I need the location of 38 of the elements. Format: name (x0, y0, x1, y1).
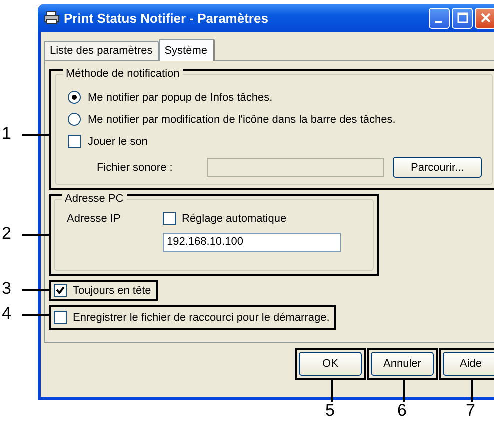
tab[interactable]: Système (158, 39, 215, 61)
close-icon (480, 12, 492, 24)
callout-number: 4 (2, 305, 12, 323)
browse-button[interactable]: Parcourir... (393, 157, 482, 178)
maximize-button[interactable] (452, 8, 473, 28)
checkbox[interactable] (163, 212, 176, 225)
window-title: Print Status Notifier - Paramètres (64, 10, 270, 26)
callout-number: 7 (466, 402, 476, 420)
checkbox-label: Toujours en tête (73, 284, 152, 296)
callout-number: 5 (326, 402, 335, 420)
callout-number: 6 (398, 402, 407, 420)
tab[interactable]: Liste des paramètres (44, 41, 159, 60)
ip-address-field[interactable]: 192.168.10.100 (163, 233, 341, 252)
radio-button[interactable] (68, 113, 81, 126)
checkbox[interactable] (54, 284, 67, 297)
group-title: Adresse PC (62, 193, 127, 205)
checkbox-label: Réglage automatique (182, 212, 287, 224)
dialog-button[interactable]: OK (299, 352, 362, 376)
dialog-button[interactable]: Annuler (371, 352, 434, 376)
option-label: Me notifier par popup de Infos tâches. (88, 92, 273, 104)
option-label: Me notifier par modification de l'icône dans la barre des tâches. (88, 114, 396, 126)
checkbox-label: Jouer le son (88, 136, 148, 148)
callout-number: 3 (2, 280, 12, 298)
checkbox[interactable] (68, 135, 81, 148)
minimize-icon (434, 20, 442, 22)
minimize-button[interactable] (429, 8, 450, 28)
printer-icon (44, 11, 60, 25)
group-title: Méthode de notification (63, 68, 183, 80)
field-label: Adresse IP (67, 212, 122, 224)
checkbox-label: Enregistrer le fichier de raccourci pour le démarrage. (73, 312, 330, 324)
close-button[interactable] (475, 8, 494, 28)
radio-button[interactable] (68, 91, 81, 104)
maximize-icon (456, 12, 468, 24)
checkbox[interactable] (54, 311, 67, 324)
callout-number: 2 (2, 225, 12, 243)
field-label: Fichier sonore : (97, 162, 174, 174)
dialog-button[interactable]: Aide (443, 352, 494, 376)
callout-number: 1 (2, 125, 12, 143)
